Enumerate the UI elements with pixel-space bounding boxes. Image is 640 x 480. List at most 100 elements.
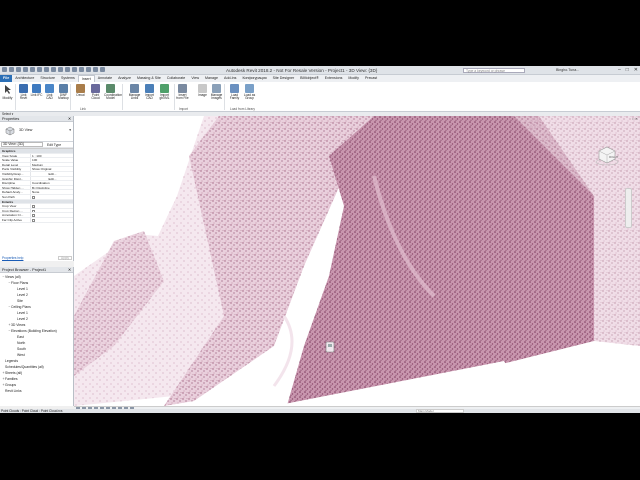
tab-systems[interactable]: Systems xyxy=(58,75,78,82)
browser-tree: −Views (all) −Floor Plans Level 1 Level 2 Si… xyxy=(0,273,73,394)
text-icon[interactable] xyxy=(58,67,63,72)
property-value[interactable]: Medium xyxy=(30,162,73,167)
property-value[interactable]: 100 xyxy=(30,158,73,162)
ribbon-button-label: Image xyxy=(198,93,207,97)
tab-add-ins[interactable]: Add-Ins xyxy=(221,75,239,82)
checkbox[interactable] xyxy=(32,195,35,199)
user-name[interactable]: Bingho.Tuna... xyxy=(556,68,579,72)
tab-extensions[interactable]: Extensions xyxy=(322,75,346,82)
property-value[interactable]: 1 : 100 xyxy=(30,153,73,158)
tab-structure[interactable]: Structure xyxy=(37,75,58,82)
decal-button[interactable]: Decal xyxy=(74,84,87,97)
customize-qat-icon[interactable] xyxy=(100,67,105,72)
tab-precast[interactable]: Precast xyxy=(362,75,380,82)
checkbox[interactable] xyxy=(32,218,35,222)
import-gbxml-button[interactable]: Import gbXML xyxy=(158,84,171,101)
switch-windows-icon[interactable] xyxy=(93,67,98,72)
tag-icon[interactable] xyxy=(51,67,56,72)
status-text: Point Clouds : Point Cloud : Point Cloud… xyxy=(1,409,63,413)
tab-manage[interactable]: Manage xyxy=(202,75,221,82)
manage-links-button[interactable]: Manage Links xyxy=(128,84,141,101)
property-checkbox[interactable] xyxy=(30,204,73,208)
tab-annotate[interactable]: Annotate xyxy=(95,75,115,82)
property-value[interactable]: Show Original xyxy=(30,167,73,171)
browser-item-label: Ceiling Plans xyxy=(11,305,31,309)
tab-file[interactable]: File xyxy=(0,75,13,82)
tab-bimobject-[interactable]: BIMobject® xyxy=(297,75,322,82)
property-checkbox[interactable] xyxy=(30,194,73,199)
app-menu-icon[interactable] xyxy=(2,67,7,72)
browser-item-label: Site xyxy=(17,299,23,303)
thin-lines-icon[interactable] xyxy=(79,67,84,72)
panel-load-label: Load from Library xyxy=(230,107,255,111)
browser-item-label: 3D Views xyxy=(11,323,26,327)
3d-view-icon[interactable] xyxy=(65,67,70,72)
close-button[interactable]: ✕ xyxy=(634,67,638,73)
undo-icon[interactable] xyxy=(23,67,28,72)
active-model-selector[interactable]: Main Model xyxy=(416,409,464,413)
property-edit-button[interactable]: Edit... xyxy=(30,171,73,176)
property-value[interactable]: None xyxy=(30,190,73,194)
checkbox[interactable] xyxy=(32,205,35,208)
image-button[interactable]: Image xyxy=(196,84,209,97)
property-checkbox[interactable] xyxy=(30,213,73,217)
checkbox[interactable] xyxy=(32,209,35,213)
property-value[interactable]: Coordination xyxy=(30,181,73,185)
3d-viewport[interactable]: □ ✕ RIGHT xyxy=(74,116,640,406)
load-as-group-button[interactable]: Load as Group xyxy=(243,84,256,101)
browser-item[interactable]: Revit Links xyxy=(0,388,73,394)
link-revit-button[interactable]: Link Revit xyxy=(17,84,30,101)
checkbox[interactable] xyxy=(32,214,35,217)
view-selector[interactable]: 3D View: {3D} xyxy=(1,142,43,147)
browser-item-label: Level 1 xyxy=(17,287,28,291)
panel-separator xyxy=(224,84,225,110)
tab-modify[interactable]: Modify xyxy=(345,75,362,82)
save-icon[interactable] xyxy=(16,67,21,72)
tab-view[interactable]: View xyxy=(188,75,202,82)
chevron-down-icon[interactable]: ▾ xyxy=(69,128,71,132)
open-icon[interactable] xyxy=(9,67,14,72)
property-checkbox[interactable] xyxy=(30,217,73,222)
cursor-icon xyxy=(5,85,11,94)
apply-button[interactable]: Apply xyxy=(58,256,72,260)
property-checkbox[interactable] xyxy=(30,208,73,213)
viewcube-icon[interactable]: RIGHT xyxy=(595,144,619,166)
ribbon-button-label: DWF Markup xyxy=(58,93,69,101)
link-ifc-button[interactable]: Link IFC xyxy=(30,84,43,97)
navigation-bar[interactable] xyxy=(625,188,632,228)
point-cloud-button[interactable]: Point Cloud xyxy=(89,84,102,101)
type-selector[interactable]: 3D View ▾ xyxy=(0,122,73,142)
manage-images-button[interactable]: Manage Images xyxy=(210,84,223,101)
edit-type-button[interactable]: Edit Type xyxy=(47,143,61,147)
close-icon[interactable]: ✕ xyxy=(68,267,71,273)
print-icon[interactable] xyxy=(37,67,42,72)
modify-button[interactable]: Modify xyxy=(1,84,14,100)
tab-massing-site[interactable]: Massing & Site xyxy=(134,75,164,82)
tab-analyze[interactable]: Analyze xyxy=(115,75,134,82)
ribbon-button-label: Import gbXML xyxy=(159,93,170,101)
dwf-markup-button[interactable]: DWF Markup xyxy=(57,84,70,101)
modify-label: Modify xyxy=(2,96,13,100)
measure-icon[interactable] xyxy=(44,67,49,72)
tab-collaborate[interactable]: Collaborate xyxy=(164,75,188,82)
property-value[interactable]: By Discipline xyxy=(30,185,73,190)
search-input[interactable]: Type a keyword or phrase xyxy=(463,68,525,73)
tab--[interactable]: Конфигурация xyxy=(239,75,269,82)
point-cloud-marker-icon[interactable] xyxy=(325,341,335,353)
tab-architecture[interactable]: Architecture xyxy=(12,75,37,82)
close-hidden-icon[interactable] xyxy=(86,67,91,72)
property-edit-button[interactable]: Edit... xyxy=(30,176,73,181)
redo-icon[interactable] xyxy=(30,67,35,72)
load-family-button[interactable]: Load Family xyxy=(228,84,241,101)
properties-help-link[interactable]: Properties help xyxy=(2,256,23,260)
section-icon[interactable] xyxy=(72,67,77,72)
minimize-button[interactable]: – xyxy=(618,67,621,73)
link-cad-button[interactable]: Link CAD xyxy=(43,84,56,101)
tab-site-designer[interactable]: Site Designer xyxy=(270,75,298,82)
coordination-model-button[interactable]: Coordination Model xyxy=(104,84,122,101)
ribbon-button-label: Import CAD xyxy=(144,93,155,101)
insert-from-file-button[interactable]: Insert from File xyxy=(176,84,189,101)
maximize-button[interactable]: □ xyxy=(626,67,629,73)
import-cad-button[interactable]: Import CAD xyxy=(143,84,156,101)
view-window-controls[interactable]: □ ✕ xyxy=(632,117,638,121)
